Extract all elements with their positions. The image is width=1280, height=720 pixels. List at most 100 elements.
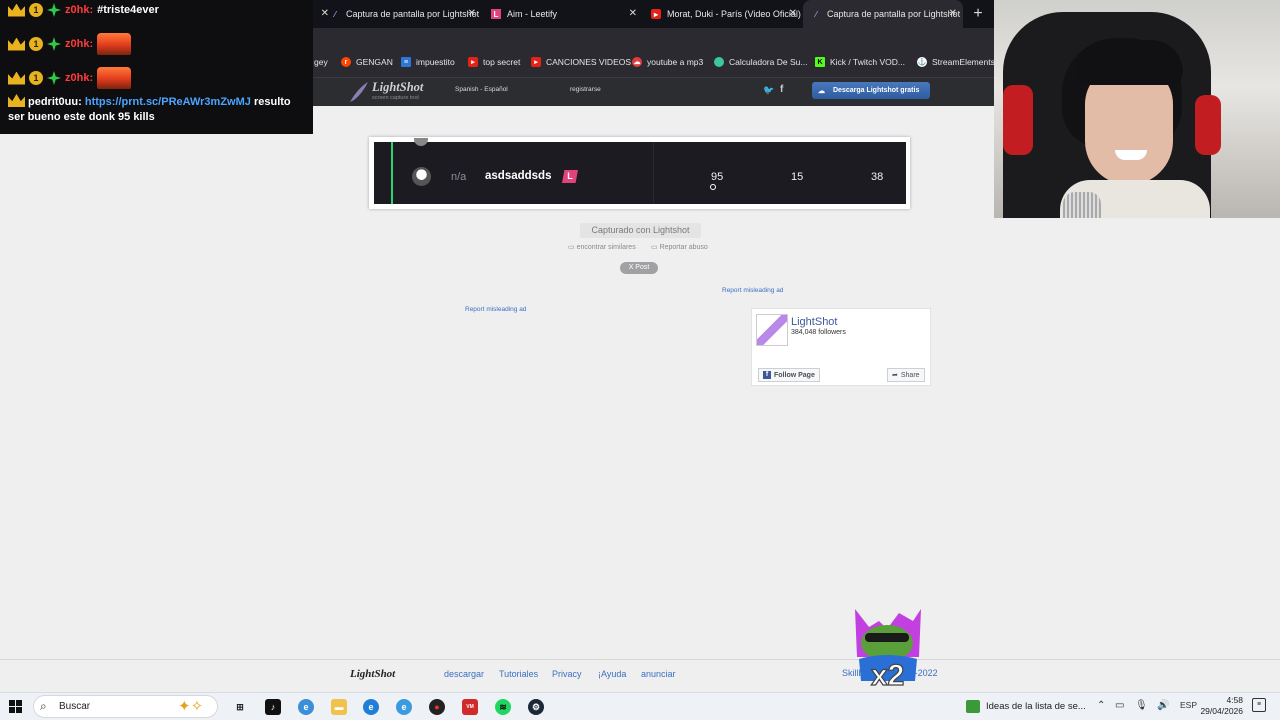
chat-message: 1 z0hk:: [8, 33, 132, 55]
tank-emote-icon: [97, 67, 132, 89]
widget-icon: [966, 700, 980, 713]
x2-label: x2: [871, 659, 904, 689]
player-avatar: [412, 167, 431, 186]
chat-username: z0hk:: [65, 72, 94, 84]
language-select[interactable]: Spanish - Español: [455, 86, 508, 93]
facebook-icon[interactable]: f: [780, 84, 783, 95]
windows-start-icon[interactable]: [9, 700, 22, 713]
youtube-icon: ▸: [468, 57, 478, 67]
download-button[interactable]: ☁ Descarga Lightshot gratis: [812, 82, 930, 99]
bookmark-item[interactable]: ☁ youtube a mp3: [632, 57, 703, 67]
twitter-icon[interactable]: 🐦: [763, 85, 774, 96]
sub-badge-icon: 1: [29, 37, 43, 51]
edge-icon[interactable]: e: [396, 699, 412, 715]
network-icon[interactable]: ▭: [1115, 700, 1124, 711]
obs-icon[interactable]: ●: [429, 699, 445, 715]
lightshot-tagline: screen capture tool: [372, 95, 419, 101]
close-icon[interactable]: ✕: [789, 8, 797, 19]
captured-label[interactable]: Capturado con Lightshot: [580, 223, 701, 238]
edge-icon[interactable]: e: [363, 699, 379, 715]
chat-link[interactable]: https://prnt.sc/PReAWr3mZwMJ: [85, 96, 251, 108]
bookmark-item[interactable]: ⚓ StreamElements |: [917, 57, 999, 67]
taskbar-clock[interactable]: 4:58 29/04/2026: [1195, 695, 1243, 717]
document-icon: ≡: [401, 57, 411, 67]
tab-label: Captura de pantalla por Lightshot: [346, 9, 480, 19]
close-icon[interactable]: ✕: [468, 8, 476, 19]
fb-followers: 384,048 followers: [791, 329, 846, 336]
steam-icon[interactable]: ⚙: [528, 699, 544, 715]
crown-icon: [8, 37, 25, 51]
report-ad-link[interactable]: Report misleading ad: [722, 287, 783, 294]
tiktok-icon[interactable]: ♪: [265, 699, 281, 715]
tab-lightshot-1[interactable]: ⁄ Captura de pantalla por Lightshot ✕: [322, 0, 482, 28]
x-post-button[interactable]: X Post: [620, 262, 658, 274]
footer-logo[interactable]: LightShot: [350, 668, 395, 680]
follow-page-button[interactable]: f Follow Page: [758, 368, 820, 382]
taskbar-widget[interactable]: Ideas de la lista de se...: [966, 700, 1086, 713]
stream-chat-overlay: 1 z0hk: #triste4ever 1 z0hk: 1 z0hk: ped…: [0, 0, 313, 134]
voicemeeter-icon[interactable]: VM: [462, 699, 478, 715]
notification-icon[interactable]: ≡: [1252, 698, 1266, 712]
chat-text: #triste4ever: [97, 4, 159, 16]
report-abuse-link[interactable]: ▭ Reportar abuso: [651, 243, 708, 251]
chair-accent: [1003, 85, 1033, 155]
lightshot-logo[interactable]: LightShot: [372, 80, 423, 95]
star-badge-icon: [47, 3, 61, 17]
bookmark-item[interactable]: r GENGAN: [341, 57, 393, 67]
bookmark-item[interactable]: ▸ top secret: [468, 57, 520, 67]
crown-icon: [8, 3, 25, 17]
chat-message: 1 z0hk: #triste4ever: [8, 3, 159, 17]
register-link[interactable]: registrarse: [570, 86, 601, 93]
footer-link[interactable]: descargar: [444, 669, 484, 679]
bookmark-item[interactable]: gey: [314, 57, 328, 67]
sparkle-icon: ✦✧: [178, 698, 204, 715]
star-badge-icon: [47, 71, 61, 85]
stat-assists: 38: [871, 171, 884, 183]
report-ad-link[interactable]: Report misleading ad: [465, 306, 526, 313]
youtube-icon: ▸: [531, 57, 541, 67]
share-button[interactable]: ➦ Share: [887, 368, 925, 382]
footer-link[interactable]: Privacy: [552, 669, 582, 679]
footer-divider: [0, 659, 1280, 660]
facebook-icon: f: [763, 371, 771, 379]
bookmark-item[interactable]: ▸ CANCIONES VIDEOS: [531, 57, 631, 67]
file-explorer-icon[interactable]: ▬: [331, 699, 347, 715]
edge-icon[interactable]: e: [298, 699, 314, 715]
footer-link[interactable]: anunciar: [641, 669, 676, 679]
task-view-icon[interactable]: ⊞: [232, 699, 248, 715]
volume-icon[interactable]: 🔊: [1157, 700, 1169, 711]
chat-message: 1 z0hk:: [8, 67, 132, 89]
tab-leetify[interactable]: L Aim - Leetify ✕: [483, 0, 643, 28]
bookmark-item[interactable]: ≡ impuestito: [401, 57, 455, 67]
sub-badge-icon: 1: [29, 71, 43, 85]
row-accent-bar: [391, 142, 393, 204]
bookmark-item[interactable]: Calculadora De Su...: [714, 57, 807, 67]
player-rank: n/a: [451, 171, 467, 183]
microphone-tray-icon[interactable]: 🎙: [1135, 700, 1148, 711]
search-placeholder: Buscar: [59, 701, 91, 712]
chevron-up-icon[interactable]: ⌃: [1097, 700, 1105, 711]
stat-kills: 95: [711, 171, 724, 183]
spotify-icon[interactable]: ≋: [495, 699, 511, 715]
close-icon[interactable]: ✕: [949, 8, 957, 19]
chat-message: pedrit0uu: https://prnt.sc/PReAWr3mZwMJ …: [8, 94, 308, 125]
close-icon[interactable]: ✕: [629, 8, 637, 19]
bookmark-item[interactable]: K Kick / Twitch VOD...: [815, 57, 905, 67]
tab-label: Captura de pantalla por Lightshot: [827, 9, 961, 19]
tab-label: Aim - Leetify: [507, 9, 558, 19]
lightshot-page-logo[interactable]: [756, 314, 788, 346]
footer-link[interactable]: Tutoriales: [499, 669, 538, 679]
mouse-cursor-icon: [710, 184, 716, 190]
streamelements-icon: ⚓: [917, 57, 927, 67]
find-similar-link[interactable]: ▭ encontrar similares: [568, 243, 636, 251]
player-name: asdsaddsds: [485, 170, 552, 182]
new-tab-button[interactable]: +: [968, 4, 988, 24]
footer-link[interactable]: ¡Ayuda: [598, 669, 626, 679]
crown-icon: [8, 71, 25, 85]
fb-page-name[interactable]: LightShot: [791, 316, 837, 328]
tab-youtube[interactable]: ▸ Morat, Duki - París (Video Oficial) ✕: [643, 0, 803, 28]
tab-lightshot-active[interactable]: ⁄ Captura de pantalla por Lightshot ✕: [803, 0, 963, 28]
star-badge-icon: [47, 37, 61, 51]
leetify-badge-icon: L: [562, 170, 578, 183]
chat-username: pedrit0uu:: [28, 96, 82, 108]
